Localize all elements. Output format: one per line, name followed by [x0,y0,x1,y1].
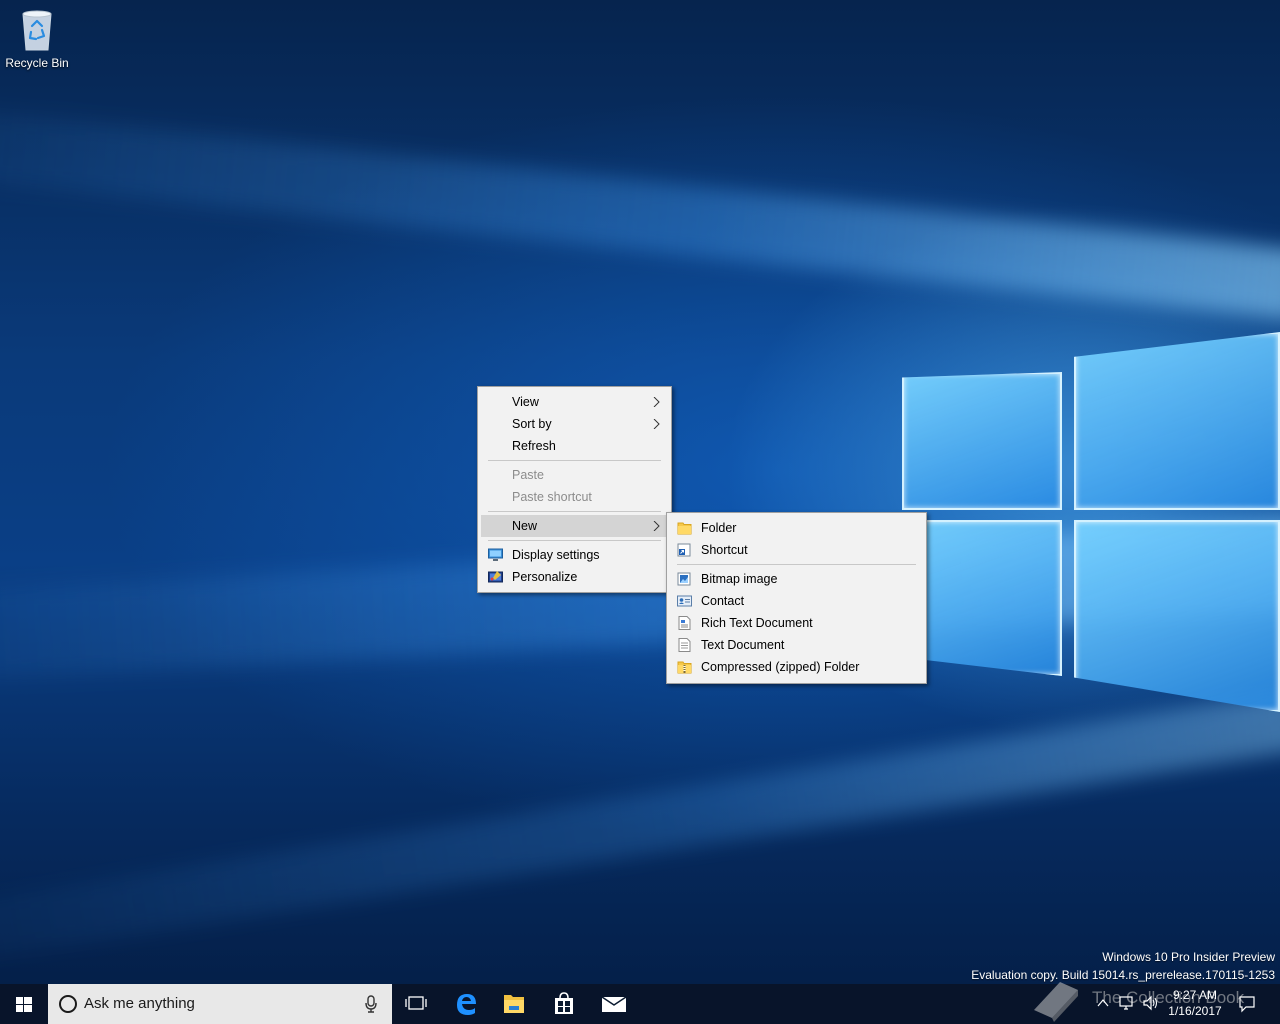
taskbar: Ask me anything The Collection Book 9:27… [0,982,1280,1024]
menu-item-label: Refresh [512,439,556,453]
clock-time: 9:27 AM [1172,988,1218,1002]
taskbar-file-explorer-button[interactable] [490,984,538,1024]
shortcut-icon [677,543,691,557]
menu-item-label: New [512,519,538,533]
task-view-button[interactable] [392,984,440,1024]
submenu-item-bitmap-image[interactable]: Bitmap image [670,568,923,590]
menu-item-label: Display settings [512,548,600,562]
chevron-right-icon [653,397,660,407]
mail-icon [601,996,627,1012]
cortana-icon [59,995,77,1013]
desktop-icon-recycle-bin[interactable]: Recycle Bin [4,6,70,70]
edge-icon [457,994,476,1015]
menu-item-label: Shortcut [701,543,748,557]
menu-separator [488,460,661,461]
taskbar-mail-button[interactable] [590,984,638,1024]
menu-item-label: Sort by [512,417,552,431]
submenu-item-rich-text-document[interactable]: Rich Text Document [670,612,923,634]
menu-separator [488,511,661,512]
windows-logo-pane [1074,520,1280,712]
zip-folder-icon [677,661,692,674]
taskbar-store-button[interactable] [540,984,588,1024]
light-beam [0,93,1280,320]
text-document-icon [678,638,691,652]
menu-item-label: Folder [701,521,737,535]
menu-item-label: Bitmap image [701,572,778,586]
menu-item-label: Compressed (zipped) Folder [701,660,860,674]
taskbar-clock[interactable]: 9:27 AM 1/16/2017 [1162,987,1228,1019]
menu-item-paste: Paste [481,464,668,486]
submenu-item-shortcut[interactable]: Shortcut [670,539,923,561]
show-hidden-icons-chevron-icon[interactable] [1096,996,1110,1010]
start-button[interactable] [0,984,48,1024]
menu-separator [677,564,916,565]
clock-date: 1/16/2017 [1168,1004,1222,1018]
build-watermark-build: Evaluation copy. Build 15014.rs_prerelea… [971,968,1275,982]
submenu-item-text-document[interactable]: Text Document [670,634,923,656]
menu-item-new[interactable]: New [481,515,668,537]
submenu-item-contact[interactable]: Contact [670,590,923,612]
bitmap-icon [677,572,691,586]
volume-icon[interactable] [1142,995,1160,1011]
menu-item-label: Text Document [701,638,785,652]
personalize-icon [488,571,503,583]
submenu-item-compressed-folder[interactable]: Compressed (zipped) Folder [670,656,923,678]
menu-item-label: Contact [701,594,745,608]
chevron-right-icon [653,419,660,429]
submenu-item-folder[interactable]: Folder [670,517,923,539]
menu-item-refresh[interactable]: Refresh [481,435,668,457]
menu-item-label: Personalize [512,570,578,584]
windows-start-icon [16,997,32,1012]
network-icon[interactable] [1118,995,1136,1011]
menu-item-view[interactable]: View [481,391,668,413]
chevron-right-icon [653,521,660,531]
book-watermark-icon [1034,982,1078,1022]
light-beam [0,690,1280,985]
desktop-icon-label: Recycle Bin [5,56,69,70]
recycle-bin-icon [20,8,54,52]
windows-logo-pane [902,372,1062,510]
menu-item-personalize[interactable]: Personalize [481,566,668,588]
taskbar-edge-button[interactable] [442,984,490,1024]
menu-item-label: Paste [512,468,544,482]
new-submenu: Folder Shortcut Bitmap image Contact Ric… [666,512,927,684]
menu-item-sort-by[interactable]: Sort by [481,413,668,435]
action-center-icon[interactable] [1238,995,1256,1013]
desktop-context-menu: View Sort by Refresh Paste Paste shortcu… [477,386,672,593]
task-view-icon [405,996,427,1010]
contact-icon [677,595,692,607]
folder-icon [677,522,692,535]
rtf-document-icon [678,616,691,630]
cortana-search-box[interactable]: Ask me anything [48,984,392,1024]
menu-item-display-settings[interactable]: Display settings [481,544,668,566]
search-placeholder: Ask me anything [84,995,195,1012]
microphone-icon[interactable] [364,995,378,1013]
file-explorer-icon [504,995,524,1013]
menu-separator [488,540,661,541]
menu-item-label: Paste shortcut [512,490,592,504]
menu-item-label: View [512,395,539,409]
display-icon [488,548,503,561]
menu-item-paste-shortcut: Paste shortcut [481,486,668,508]
desktop[interactable]: Recycle Bin View Sort by Refresh Paste P… [0,0,1280,1024]
build-watermark-edition: Windows 10 Pro Insider Preview [1102,950,1275,964]
store-icon [555,992,573,1014]
windows-logo-pane [1074,332,1280,510]
menu-item-label: Rich Text Document [701,616,813,630]
